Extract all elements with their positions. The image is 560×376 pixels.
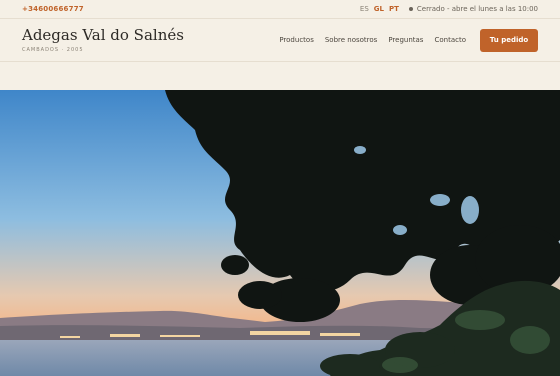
top-bar: +34600666777 ES GL PT Cerrado - abre el … xyxy=(0,0,560,19)
status-dot-icon xyxy=(408,7,413,11)
brand[interactable]: Adegas Val do Salnés CAMBADOS · 2005 xyxy=(22,27,184,53)
order-button[interactable]: Tu pedido xyxy=(480,28,538,52)
language-switcher: ES GL PT xyxy=(360,5,399,13)
main-nav: Productos Sobre nosotros Preguntas Conta… xyxy=(268,28,538,52)
nav-contacto[interactable]: Contacto xyxy=(434,36,466,44)
site-header: Adegas Val do Salnés CAMBADOS · 2005 Pro… xyxy=(0,19,560,61)
lang-gl[interactable]: GL xyxy=(374,5,384,13)
nav-preguntas[interactable]: Preguntas xyxy=(388,36,423,44)
hero-landscape xyxy=(0,90,560,376)
brand-subtitle: CAMBADOS · 2005 xyxy=(22,46,84,53)
lang-pt[interactable]: PT xyxy=(389,5,399,13)
lang-es[interactable]: ES xyxy=(360,5,369,13)
brand-title: Adegas Val do Salnés xyxy=(22,26,184,45)
opening-status: Cerrado - abre el lunes a las 10:00 xyxy=(416,5,538,13)
nav-sobre-nosotros[interactable]: Sobre nosotros xyxy=(325,36,377,44)
phone-link[interactable]: +34600666777 xyxy=(22,5,84,13)
top-bar-right: ES GL PT Cerrado - abre el lunes a las 1… xyxy=(360,5,538,13)
header-divider xyxy=(0,61,560,62)
hero-image xyxy=(0,90,560,376)
nav-productos[interactable]: Productos xyxy=(279,36,314,44)
